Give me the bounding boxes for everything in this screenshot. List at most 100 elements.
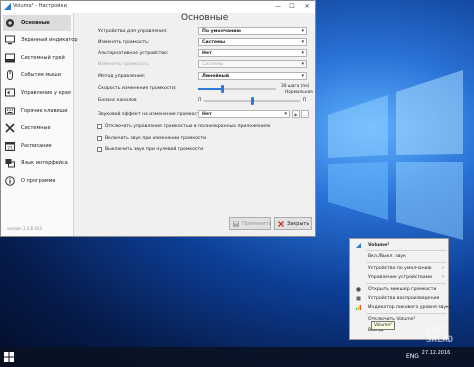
- close-label: Закрыть: [287, 221, 310, 227]
- sidebar-item-screen-edge[interactable]: Управление у края: [3, 85, 71, 101]
- select-value: Нет: [202, 112, 212, 117]
- sidebar-item-osd[interactable]: Экранный индикатор: [3, 32, 78, 48]
- checkbox-label: Включить звук при изменении громкости: [105, 136, 207, 141]
- control-method-label: Метод управления:: [98, 74, 146, 79]
- menu-item-manage-devices[interactable]: Управление устройствами ›: [350, 273, 448, 282]
- volume-app-icon: [4, 3, 11, 10]
- windows-start-icon[interactable]: [4, 352, 14, 362]
- balance-left: П: [198, 98, 202, 103]
- slider-thumb[interactable]: [220, 85, 224, 93]
- keyboard-icon: [5, 107, 15, 115]
- volume-scope-select[interactable]: Системы ▾: [198, 38, 307, 46]
- apply-button[interactable]: Применить: [229, 217, 271, 230]
- effect-select[interactable]: Нет ▾: [198, 110, 290, 118]
- sidebar-item-label: Системный трей: [21, 55, 65, 61]
- settings-sidebar: Основные Экранный индикатор Системный тр…: [1, 13, 78, 236]
- sidebar-item-schedule[interactable]: 21 Расписание: [3, 138, 71, 154]
- balance-label: Баланс каналов: [98, 98, 137, 103]
- menu-item-label: Устройство по умолчанию: [368, 266, 432, 271]
- chevron-right-icon: ›: [442, 265, 444, 271]
- menu-header-label: Volume²: [368, 243, 390, 248]
- menu-item-label: Управление устройствами: [368, 275, 433, 280]
- select-value: Нет: [202, 51, 212, 56]
- info-icon: [5, 176, 15, 186]
- sound-on-change-checkbox[interactable]: [97, 136, 102, 141]
- chevron-down-icon: ▾: [301, 73, 304, 79]
- mute-at-zero-checkbox[interactable]: [97, 147, 102, 152]
- maximize-button[interactable]: ☐: [285, 1, 299, 13]
- chevron-down-icon: ▾: [301, 61, 304, 67]
- tools-icon: [5, 123, 15, 133]
- sidebar-item-mouse[interactable]: События мыши: [3, 67, 71, 83]
- menu-item-disable[interactable]: Отключить Volume²: [350, 315, 448, 324]
- sidebar-item-label: События мыши: [21, 72, 61, 78]
- fullscreen-disable-checkbox[interactable]: [97, 124, 102, 129]
- menu-item-playback-devices[interactable]: Устройства воспроизведения: [350, 294, 448, 303]
- menu-item-label: Индикатор пикового уровня звука: [368, 305, 452, 310]
- volume-scope-label: Изменять громкость:: [98, 40, 150, 45]
- menu-item-peak-meter[interactable]: Индикатор пикового уровня звука: [350, 303, 452, 312]
- device-select[interactable]: По умолчанию ▾: [198, 27, 307, 35]
- version-label: version 1.1.6.413: [7, 226, 43, 231]
- sidebar-item-label: Экранный индикатор: [21, 37, 78, 43]
- sidebar-item-label: Язык интерфейса: [21, 160, 68, 166]
- sidebar-item-system[interactable]: Системные: [3, 120, 71, 136]
- checkbox-label: Выключить звук при нулевой громкости: [105, 147, 204, 152]
- checkbox-label: Отключать управление громкостью в полноэ…: [105, 124, 271, 129]
- sidebar-item-label: Управление у края: [21, 90, 71, 96]
- speed-label: Скорость изменения громкости:: [98, 86, 177, 91]
- language-icon: [5, 159, 15, 168]
- svg-text:21: 21: [7, 146, 13, 151]
- chevron-right-icon: ›: [442, 274, 444, 280]
- menu-item-label: Открыть микшер громкости: [368, 287, 437, 292]
- play-sound-button[interactable]: ▶: [292, 110, 300, 118]
- balance-right: П: [303, 98, 307, 103]
- sidebar-item-label: О программе: [21, 178, 56, 184]
- monitor-icon: [5, 35, 15, 45]
- title-bar[interactable]: Volume² - Настройки — ☐ ✕: [1, 1, 315, 13]
- browse-sound-button[interactable]: …: [301, 110, 309, 118]
- close-window-button[interactable]: ✕: [300, 1, 314, 13]
- peak-meter-icon: [356, 305, 361, 310]
- sidebar-item-about[interactable]: О программе: [3, 173, 71, 189]
- sidebar-item-general[interactable]: Основные: [3, 15, 71, 31]
- chevron-down-icon: ▾: [301, 28, 304, 34]
- slider-thumb[interactable]: [250, 97, 254, 105]
- select-value: Системы: [202, 62, 224, 67]
- sidebar-item-hotkeys[interactable]: Горячие клавиши: [3, 103, 71, 119]
- balance-slider[interactable]: [204, 97, 300, 105]
- windows-logo-wallpaper: [328, 70, 463, 240]
- alt-device-label: Альтернативное устройство:: [98, 51, 169, 56]
- select-value: Линейный: [202, 74, 230, 79]
- sidebar-item-tray[interactable]: Системный трей: [3, 50, 71, 66]
- chevron-down-icon: ▾: [301, 39, 304, 45]
- tray-icon: [5, 53, 15, 63]
- menu-item-mute[interactable]: Вкл./Выкл. звук: [350, 252, 448, 261]
- select-value: По умолчанию: [202, 29, 241, 34]
- control-method-select[interactable]: Линейный ▾: [198, 72, 307, 80]
- sidebar-item-label: Горячие клавиши: [21, 108, 68, 114]
- sidebar-item-label: Расписание: [21, 143, 52, 149]
- taskbar-clock[interactable]: 27.12.2016: [416, 350, 456, 357]
- save-icon: [233, 221, 239, 227]
- menu-item-mixer[interactable]: Открыть микшер громкости: [350, 285, 448, 294]
- gear-icon: [6, 19, 14, 27]
- mouse-icon: [7, 70, 13, 80]
- menu-item-default-device[interactable]: Устройство по умолчанию ›: [350, 264, 448, 273]
- tray-context-menu: Volume² Вкл./Выкл. звук Устройство по ум…: [349, 238, 452, 340]
- speed-mode: Нормальная: [285, 90, 313, 95]
- menu-divider: [366, 250, 446, 251]
- close-button[interactable]: Закрыть: [274, 217, 312, 230]
- sidebar-item-label: Основные: [21, 20, 50, 26]
- taskbar: ENG 27.12.2016: [0, 347, 474, 367]
- screen-edge-icon: [5, 88, 15, 97]
- sidebar-item-language[interactable]: Язык интерфейса: [3, 155, 71, 171]
- alt-volume-scope-select[interactable]: Системы ▾: [198, 60, 307, 68]
- close-icon: [278, 221, 284, 227]
- alt-volume-scope-label: Изменять громкость:: [98, 62, 150, 67]
- minimize-button[interactable]: —: [271, 1, 285, 13]
- alt-device-select[interactable]: Нет ▾: [198, 49, 307, 57]
- select-value: Системы: [202, 40, 226, 45]
- speed-slider[interactable]: [198, 85, 276, 93]
- speaker-icon: [356, 296, 361, 301]
